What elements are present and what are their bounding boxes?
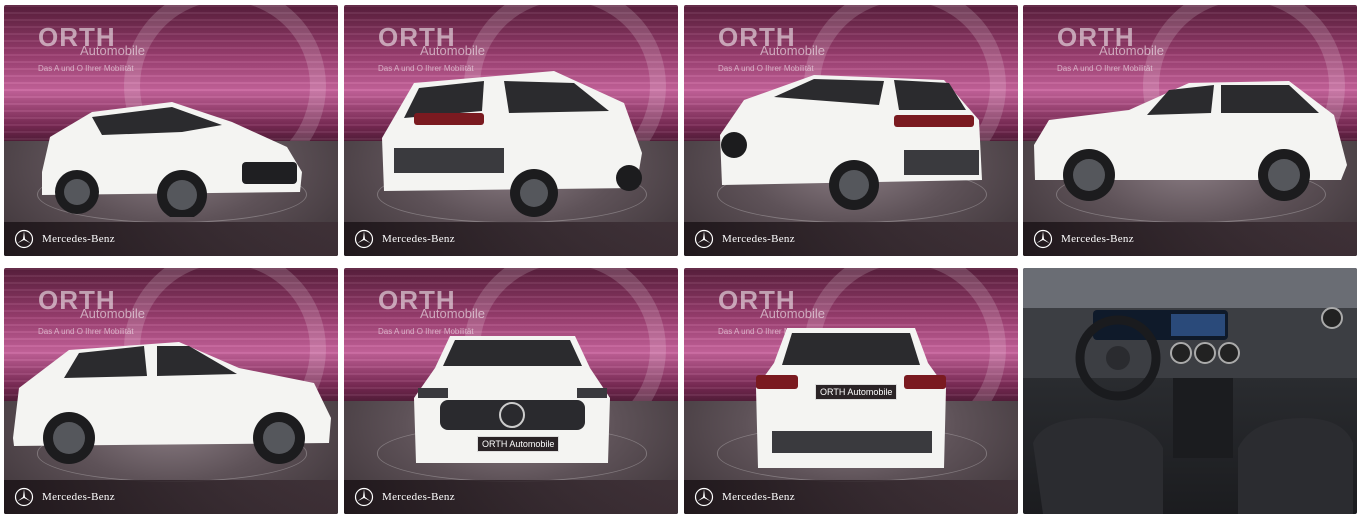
interior-image <box>1023 268 1357 514</box>
dealer-watermark: ORTH Automobile Das A und O Ihrer Mobili… <box>38 285 146 336</box>
gallery-photo-4[interactable]: ORTH Automobile Das A und O Ihrer Mobili… <box>1023 5 1357 256</box>
car-image <box>714 65 989 215</box>
gallery-photo-8[interactable] <box>1023 268 1357 514</box>
mercedes-star-icon <box>1033 229 1053 249</box>
brand-name: Mercedes-Benz <box>722 233 795 245</box>
dealer-plate: ORTH Automobile <box>477 436 560 452</box>
brand-name: Mercedes-Benz <box>382 491 455 503</box>
brand-footer: Mercedes-Benz <box>684 480 1018 514</box>
mercedes-star-icon <box>354 487 374 507</box>
gallery-photo-3[interactable]: ORTH Automobile Das A und O Ihrer Mobili… <box>684 5 1018 256</box>
brand-footer: Mercedes-Benz <box>4 222 338 256</box>
brand-footer: Mercedes-Benz <box>344 480 678 514</box>
gallery-photo-6[interactable]: ORTH Automobile Das A und O Ihrer Mobili… <box>344 268 678 514</box>
gallery-photo-1[interactable]: ORTH Automobile Das A und O Ihrer Mobili… <box>4 5 338 256</box>
car-image <box>374 63 649 218</box>
car-image <box>9 338 334 468</box>
dealer-watermark: ORTH Automobile Das A und O Ihrer Mobili… <box>38 22 146 73</box>
brand-name: Mercedes-Benz <box>722 491 795 503</box>
mercedes-star-icon <box>354 229 374 249</box>
brand-name: Mercedes-Benz <box>42 233 115 245</box>
brand-footer: Mercedes-Benz <box>344 222 678 256</box>
gallery-photo-2[interactable]: ORTH Automobile Das A und O Ihrer Mobili… <box>344 5 678 256</box>
dealer-watermark: ORTH Automobile Das A und O Ihrer Mobili… <box>1057 22 1165 73</box>
mercedes-star-icon <box>694 229 714 249</box>
dealer-plate: ORTH Automobile <box>815 384 898 400</box>
car-image <box>410 328 615 478</box>
photo-gallery: ORTH Automobile Das A und O Ihrer Mobili… <box>0 0 1365 515</box>
mercedes-star-icon <box>14 487 34 507</box>
gallery-photo-7[interactable]: ORTH Automobile Das A und O Ihrer Mobili… <box>684 268 1018 514</box>
car-image <box>1029 75 1351 205</box>
mercedes-star-icon <box>14 229 34 249</box>
brand-name: Mercedes-Benz <box>1061 233 1134 245</box>
gallery-photo-5[interactable]: ORTH Automobile Das A und O Ihrer Mobili… <box>4 268 338 514</box>
brand-name: Mercedes-Benz <box>382 233 455 245</box>
brand-footer: Mercedes-Benz <box>1023 222 1357 256</box>
brand-footer: Mercedes-Benz <box>684 222 1018 256</box>
brand-footer: Mercedes-Benz <box>4 480 338 514</box>
brand-name: Mercedes-Benz <box>42 491 115 503</box>
mercedes-star-icon <box>694 487 714 507</box>
car-image <box>32 77 312 217</box>
